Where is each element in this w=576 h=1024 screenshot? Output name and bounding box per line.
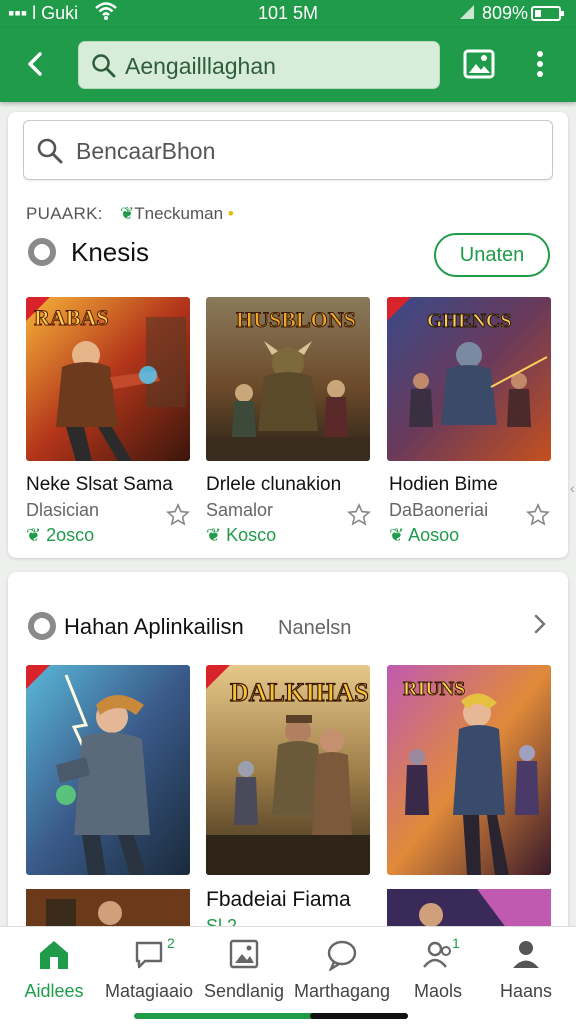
nav-label: Maols xyxy=(413,981,462,1001)
content-search-input[interactable] xyxy=(76,137,536,165)
game-price: ❦ 2osco xyxy=(26,525,95,545)
game-subtitle: Samalor xyxy=(206,500,274,520)
wishlist-button[interactable] xyxy=(526,503,550,527)
more-vert-icon xyxy=(537,51,543,77)
game-tile-image[interactable] xyxy=(26,889,190,929)
app-bar xyxy=(0,28,576,102)
section-ring-icon xyxy=(28,612,56,640)
leaf-icon: ❦ xyxy=(120,204,135,223)
app-search-box[interactable] xyxy=(78,41,440,89)
nav-item-profile[interactable]: Haans xyxy=(478,927,574,1013)
nav-badge: 2 xyxy=(167,935,175,951)
update-button[interactable]: Unaten xyxy=(434,233,550,277)
game-tile-image[interactable]: HUSBLONS xyxy=(206,297,370,461)
section-title: Knesis xyxy=(71,237,150,267)
status-bar: ▪▪▪ l Guki 101 5M 809% xyxy=(0,0,576,28)
game-title[interactable]: Neke Slsat Sama xyxy=(26,474,173,496)
image-icon xyxy=(463,49,495,79)
game-tile-image[interactable]: RABAS xyxy=(26,297,190,461)
game-price: ❦ Aosoo xyxy=(389,525,460,545)
featured-card: PUAARK: ❦Tneckuman • Knesis Unaten RABAS… xyxy=(8,112,568,558)
app-search-input[interactable] xyxy=(125,52,425,80)
back-button[interactable] xyxy=(18,46,54,82)
nav-item-mails[interactable]: 1 Maols xyxy=(390,927,486,1013)
game-tile-image[interactable]: DALKIHAS xyxy=(206,665,370,875)
tile-art-text: HUSBLONS xyxy=(236,307,356,332)
tile-art-text: DALKIHAS xyxy=(230,678,369,707)
game-price: ❦ Kosco xyxy=(206,525,277,545)
game-title[interactable]: Drlele clunakion xyxy=(206,474,341,496)
game-title[interactable]: Fbadeiai Fiama xyxy=(206,888,351,912)
carrier-label: ▪▪▪ l Guki xyxy=(8,3,79,23)
chevron-right-icon xyxy=(534,614,546,634)
more-options-button[interactable] xyxy=(524,46,556,82)
nav-item-sending[interactable]: Sendlanig xyxy=(196,927,292,1013)
game-subtitle: Dlasician xyxy=(26,500,100,520)
tile-art-text: RIUNS xyxy=(403,678,465,700)
game-title[interactable]: Hodien Bime xyxy=(389,474,498,496)
wishlist-button[interactable] xyxy=(347,503,371,527)
search-icon xyxy=(92,54,116,78)
breadcrumb-link[interactable]: ❦Tneckuman • xyxy=(120,204,234,224)
clock: 101 5M xyxy=(258,3,319,23)
wishlist-button[interactable] xyxy=(166,503,190,527)
home-icon xyxy=(40,941,68,969)
back-arrow-icon xyxy=(28,52,42,76)
home-indicator-handle xyxy=(310,1013,408,1019)
section-title: Hahan Aplinkailisn xyxy=(64,614,244,639)
battery-icon xyxy=(531,6,564,21)
breadcrumb-link-text: Tneckuman xyxy=(134,204,224,223)
image-icon xyxy=(229,939,259,969)
wifi-icon xyxy=(94,1,118,26)
nav-item-home[interactable]: Aidlees xyxy=(6,927,102,1013)
game-subtitle: DaBaoneriai xyxy=(389,500,489,520)
nav-badge: 1 xyxy=(452,935,460,951)
tile-art-text: RABAS xyxy=(34,305,109,330)
leaf-icon: ❦ xyxy=(26,525,47,545)
search-icon xyxy=(37,138,63,164)
nav-label: Matagiaaio xyxy=(104,981,194,1001)
nav-label: Haans xyxy=(499,981,553,1001)
section-subtitle: Nanelsn xyxy=(278,617,352,639)
game-tile-image[interactable] xyxy=(26,665,190,875)
tile-art-text: GHENCS xyxy=(427,310,511,332)
nav-label: Marthagang xyxy=(294,981,391,1001)
person-icon xyxy=(513,941,539,968)
game-tile-image[interactable] xyxy=(387,889,551,929)
people-icon xyxy=(423,941,451,968)
section-ring-icon xyxy=(28,238,56,266)
chat-icon xyxy=(135,941,163,969)
apps-card: Hahan Aplinkailisn Nanelsn DALKIHAS RIUN… xyxy=(8,572,568,932)
game-tile-image[interactable]: GHENCS xyxy=(387,297,551,461)
battery-percent: 809% xyxy=(482,3,529,23)
breadcrumb-label: PUAARK: xyxy=(26,204,103,223)
signal-icon xyxy=(458,3,476,26)
speech-icon xyxy=(327,940,357,971)
see-more-button[interactable] xyxy=(526,610,554,638)
content-search-box[interactable] xyxy=(23,120,553,180)
image-search-button[interactable] xyxy=(461,46,497,82)
game-tile-image[interactable]: RIUNS xyxy=(387,665,551,875)
edge-scroll-handle[interactable]: ‹ xyxy=(570,480,576,504)
leaf-icon: ❦ xyxy=(389,525,409,545)
bottom-navigation: Aidlees 2 Matagiaaio Sendlanig Marthagan… xyxy=(0,926,576,1024)
star-icon xyxy=(526,503,550,526)
star-icon xyxy=(166,503,190,526)
nav-item-marketing[interactable]: Marthagang xyxy=(294,927,390,1013)
nav-item-messages[interactable]: 2 Matagiaaio xyxy=(101,927,197,1013)
nav-label: Sendlanig xyxy=(203,981,285,1001)
nav-label: Aidlees xyxy=(24,981,84,1001)
leaf-icon: ❦ xyxy=(206,525,227,545)
dot-icon: • xyxy=(227,204,234,223)
star-icon xyxy=(347,503,371,526)
